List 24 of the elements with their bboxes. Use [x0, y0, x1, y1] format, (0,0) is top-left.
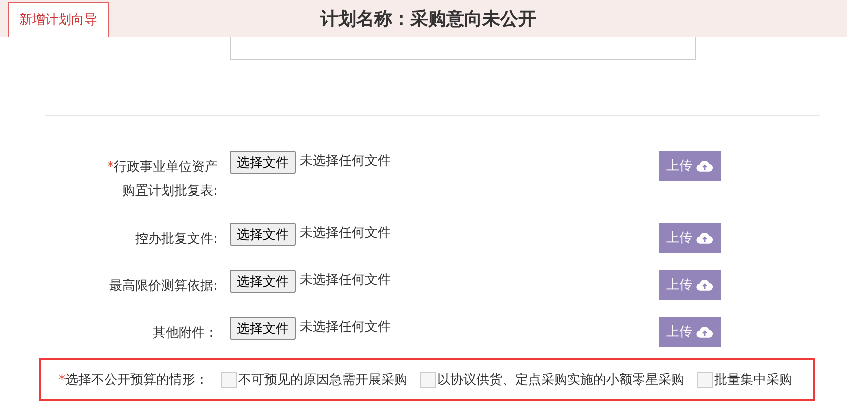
choose-file-button[interactable]: 选择文件: [230, 223, 296, 246]
cloud-upload-icon: [696, 278, 714, 292]
choose-file-button[interactable]: 选择文件: [230, 151, 296, 174]
reason-checkbox-option[interactable]: 批量集中采购: [696, 370, 792, 388]
cloud-upload-icon: [696, 232, 714, 244]
file-status: 未选择任何文件: [300, 153, 391, 171]
cloud-upload-icon: [696, 326, 714, 338]
choose-file-button[interactable]: 选择文件: [230, 270, 296, 293]
file-status: 未选择任何文件: [300, 319, 391, 337]
field-label: 最高限价测算依据:: [110, 278, 218, 296]
choose-file-button[interactable]: 选择文件: [230, 317, 296, 340]
field-label: 控办批复文件:: [136, 231, 218, 249]
file-status: 未选择任何文件: [300, 272, 391, 290]
reason-label: *选择不公开预算的情形：: [59, 372, 208, 388]
field-label: 购置计划批复表:: [122, 183, 218, 201]
field-label: *行政事业单位资产: [108, 159, 218, 177]
page-title: 计划名称：采购意向未公开: [320, 8, 536, 30]
file-status: 未选择任何文件: [300, 225, 391, 243]
wizard-tab[interactable]: 新增计划向导: [8, 2, 109, 37]
reason-checkbox-option[interactable]: 不可预见的原因急需开展采购: [220, 370, 408, 388]
cloud-upload-icon: [696, 160, 714, 172]
text-area[interactable]: [230, 37, 696, 60]
reason-checkbox-option[interactable]: 以协议供货、定点采购实施的小额零星采购: [420, 370, 684, 388]
field-label: 其他附件：: [153, 325, 218, 343]
